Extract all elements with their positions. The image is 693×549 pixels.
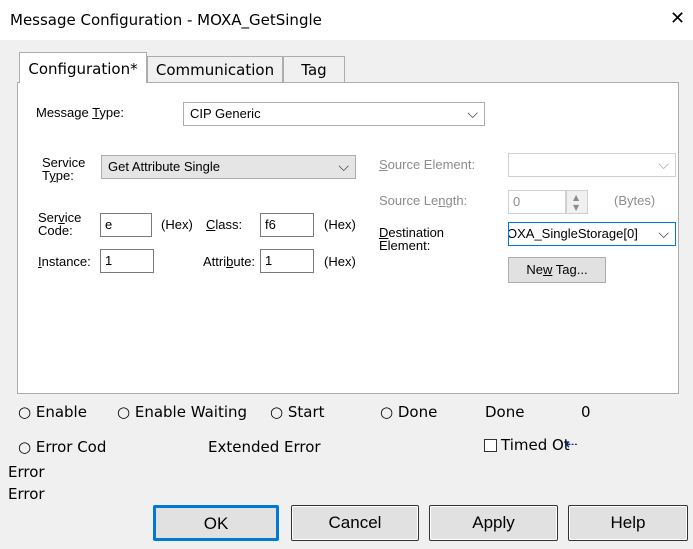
new-tag-button[interactable]: New Tag... bbox=[508, 257, 606, 283]
error-text-2: Error bbox=[8, 485, 45, 503]
source-length-input[interactable]: 0 bbox=[508, 190, 566, 214]
bytes-label: (Bytes) bbox=[614, 193, 656, 208]
status-done: ○ Done bbox=[380, 403, 438, 421]
attribute-hex-label: (Hex) bbox=[324, 254, 356, 269]
spin-up-icon: ▲ bbox=[573, 193, 580, 202]
source-length-spinner[interactable]: ▲ ▼ bbox=[566, 190, 588, 214]
window-title: Message Configuration - MOXA_GetSingle bbox=[10, 11, 322, 29]
help-button[interactable]: Help bbox=[568, 505, 688, 541]
service-type-value: Get Attribute Single bbox=[108, 159, 221, 174]
class-input[interactable]: f6 bbox=[260, 213, 314, 237]
radio-indicator-icon: ○ bbox=[117, 403, 135, 421]
destination-element-select[interactable]: OXA_SingleStorage[0] ⌵ bbox=[508, 222, 676, 246]
radio-indicator-icon: ○ bbox=[270, 403, 288, 421]
chevron-down-icon: ⌵ bbox=[467, 105, 478, 121]
message-type-select[interactable]: CIP Generic ⌵ bbox=[183, 102, 485, 126]
service-code-hex-label: (Hex) bbox=[161, 217, 193, 232]
done-length-value: 0 bbox=[581, 403, 591, 421]
service-type-label: Service Type: bbox=[42, 155, 86, 183]
class-label: Class: bbox=[206, 217, 243, 232]
source-length-label: Source Length: bbox=[379, 193, 468, 208]
service-code-label: Service Code: bbox=[38, 210, 82, 238]
instance-input[interactable]: 1 bbox=[100, 249, 154, 273]
source-element-label: Source Element: bbox=[379, 157, 476, 172]
tab-configuration[interactable]: Configuration* bbox=[19, 52, 147, 83]
ok-button[interactable]: OK bbox=[153, 505, 279, 541]
destination-element-value: OXA_SingleStorage[0] bbox=[508, 226, 638, 241]
attribute-label: Attribute: bbox=[203, 254, 256, 269]
chevron-down-icon: ⌵ bbox=[658, 156, 669, 172]
cancel-button[interactable]: Cancel bbox=[291, 505, 419, 541]
class-hex-label: (Hex) bbox=[324, 217, 356, 232]
spin-down-icon: ▼ bbox=[573, 203, 580, 212]
message-type-value: CIP Generic bbox=[190, 106, 261, 121]
status-start: ○ Start bbox=[270, 403, 325, 421]
radio-indicator-icon: ○ bbox=[18, 403, 36, 421]
timed-out-checkbox bbox=[484, 439, 497, 452]
service-code-input[interactable]: e bbox=[100, 213, 152, 237]
instance-label: Instance: bbox=[38, 254, 91, 269]
status-enable-waiting: ○ Enable Waiting bbox=[117, 403, 248, 421]
chevron-down-icon: ⌵ bbox=[658, 225, 669, 241]
source-element-select[interactable]: ⌵ bbox=[508, 153, 676, 177]
attribute-input[interactable]: 1 bbox=[260, 249, 314, 273]
tab-tag[interactable]: Tag bbox=[283, 56, 345, 82]
radio-indicator-icon: ○ bbox=[18, 438, 36, 456]
tab-communication[interactable]: Communication bbox=[147, 56, 283, 82]
service-type-select[interactable]: Get Attribute Single ⌵ bbox=[101, 155, 356, 179]
timed-out-label: Timed Ot bbox=[501, 436, 570, 454]
radio-indicator-icon: ○ bbox=[380, 403, 398, 421]
destination-element-label: Destination Element: bbox=[379, 225, 445, 253]
message-type-label: Message Type: bbox=[36, 105, 124, 120]
done-length-label: Done bbox=[485, 403, 525, 421]
arrow-left-icon: ⇠ bbox=[565, 435, 578, 453]
error-text-1: Error bbox=[8, 463, 45, 481]
apply-button[interactable]: Apply bbox=[429, 505, 558, 541]
extended-error-label: Extended Error bbox=[208, 438, 321, 456]
chevron-down-icon: ⌵ bbox=[338, 158, 349, 174]
status-error-code: ○ Error Cod bbox=[18, 438, 107, 456]
close-icon[interactable]: ✕ bbox=[670, 8, 685, 29]
status-enable: ○ Enable bbox=[18, 403, 87, 421]
